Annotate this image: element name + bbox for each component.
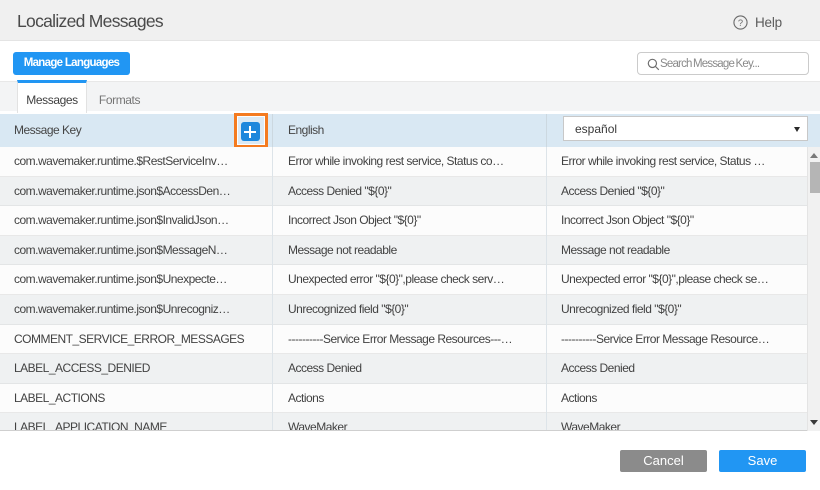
svg-text:?: ? (738, 18, 743, 28)
